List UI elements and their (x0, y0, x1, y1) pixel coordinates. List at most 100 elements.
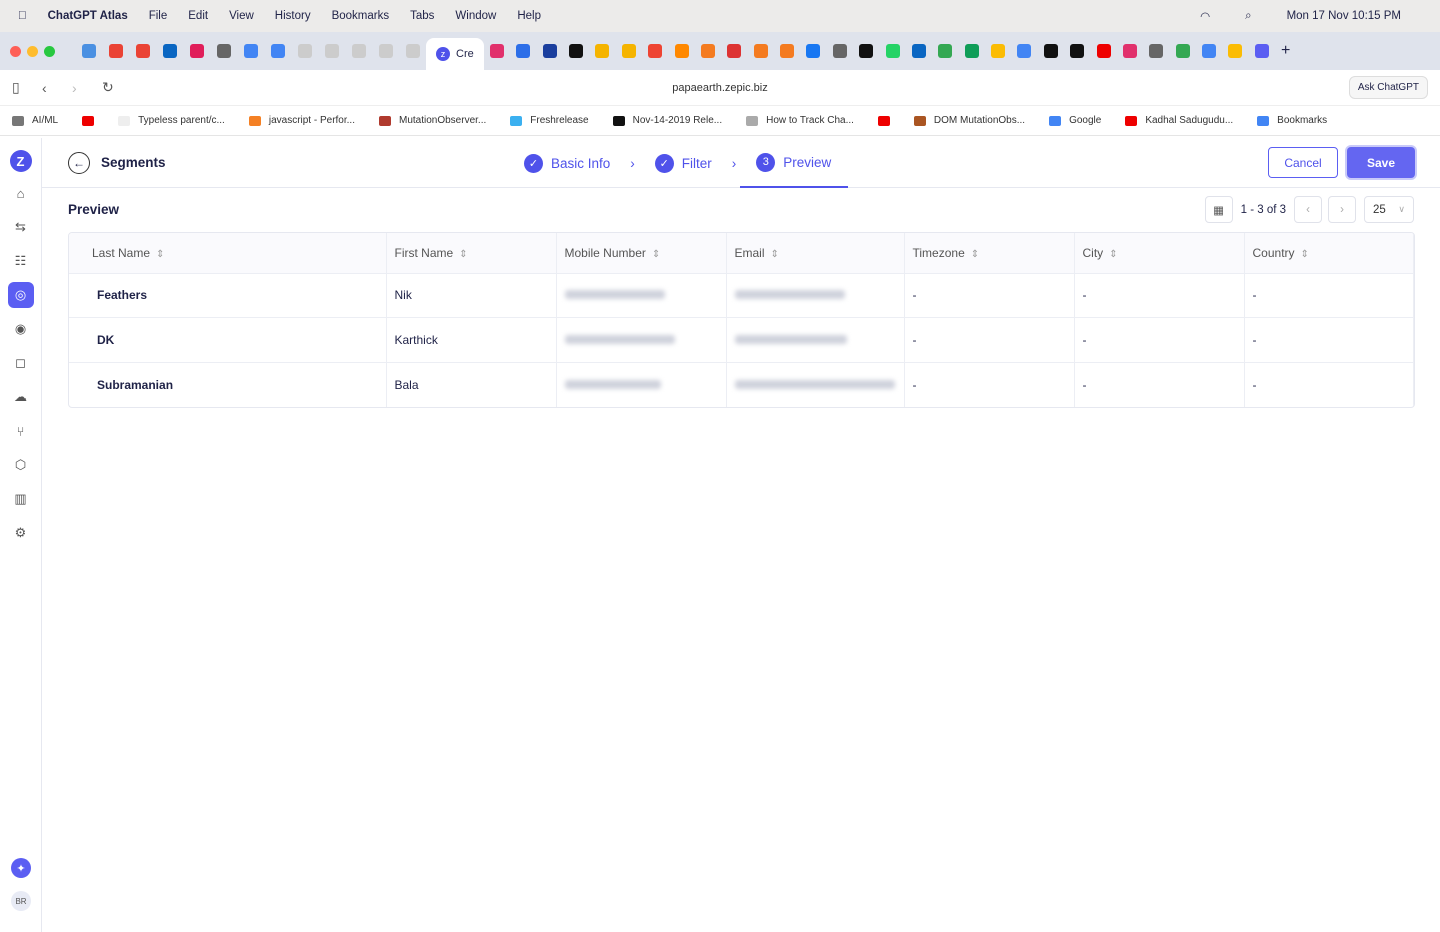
tab-favicon-icon[interactable] (700, 44, 715, 58)
column-header[interactable]: Last Name ⇕ (69, 233, 387, 273)
menu-window[interactable]: Window (455, 10, 496, 22)
tab-favicon-icon[interactable] (938, 44, 953, 58)
prev-page-button[interactable]: ‹ (1294, 196, 1322, 223)
tab-favicon-icon[interactable] (516, 44, 531, 58)
contacts-icon[interactable]: ☷ (8, 248, 34, 274)
bookmark-item[interactable]: How to Track Cha... (746, 115, 854, 126)
app-name[interactable]: ChatGPT Atlas (48, 10, 128, 22)
tab-favicon-icon[interactable] (489, 44, 504, 58)
tab-favicon-icon[interactable] (832, 44, 847, 58)
step-filter[interactable]: ✓ Filter (654, 138, 712, 188)
bookmark-item[interactable]: AI/ML (12, 115, 58, 126)
tab-favicon-icon[interactable] (753, 44, 768, 58)
tab-favicon-icon[interactable] (378, 44, 393, 58)
tab-favicon-icon[interactable] (964, 44, 979, 58)
tab-favicon-icon[interactable] (780, 44, 795, 58)
bookmark-item[interactable]: Google (1049, 115, 1101, 126)
zepic-logo[interactable]: Z (9, 150, 32, 172)
sort-icon[interactable]: ⇕ (156, 249, 164, 260)
table-row[interactable]: Subramanian Bala - - - (69, 361, 1414, 407)
tab-favicon-icon[interactable] (1017, 44, 1032, 58)
back-icon[interactable]: ‹ (42, 80, 72, 96)
sort-icon[interactable]: ⇕ (1301, 249, 1309, 260)
address-bar[interactable]: papaearth.zepic.biz (0, 82, 1440, 94)
tab-favicon-icon[interactable] (351, 44, 366, 58)
analytics-icon[interactable]: ▥ (8, 486, 34, 512)
tab-favicon-icon[interactable] (189, 44, 204, 58)
reload-icon[interactable]: ↻ (102, 79, 132, 96)
column-header[interactable]: Email ⇕ (726, 233, 905, 273)
menu-help[interactable]: Help (517, 10, 541, 22)
column-header[interactable]: Country ⇕ (1244, 233, 1414, 273)
broadcast-icon[interactable]: ◉ (8, 316, 34, 342)
sort-icon[interactable]: ⇕ (971, 249, 979, 260)
forward-icon[interactable]: › (72, 80, 102, 96)
minimize-window-button[interactable] (27, 45, 38, 57)
menu-bookmarks[interactable]: Bookmarks (332, 10, 390, 22)
segments-icon[interactable]: ◎ (7, 282, 34, 308)
bookmark-item[interactable]: Bookmarks (1257, 115, 1327, 126)
tab-favicon-icon[interactable] (108, 44, 123, 58)
sort-icon[interactable]: ⇕ (1109, 249, 1117, 260)
tab-favicon-icon[interactable] (1175, 44, 1190, 58)
home-icon[interactable]: ⌂ (8, 180, 34, 206)
table-row[interactable]: Feathers Nik - - - (69, 272, 1414, 318)
menu-view[interactable]: View (229, 10, 254, 22)
page-size-select[interactable]: 25 ∨ (1364, 196, 1414, 223)
maximize-window-button[interactable] (44, 45, 55, 57)
tab-favicon-icon[interactable] (1202, 44, 1217, 58)
tab-favicon-icon[interactable] (648, 44, 663, 58)
cancel-button[interactable]: Cancel (1268, 147, 1338, 178)
clock[interactable]: Mon 17 Nov 10:15 PM (1287, 10, 1401, 22)
tab-favicon-icon[interactable] (569, 44, 584, 58)
ai-sparkle-icon[interactable]: ✦ (11, 858, 31, 878)
step-basic-info[interactable]: ✓ Basic Info (524, 138, 610, 188)
settings-icon[interactable]: ⚙ (8, 520, 34, 546)
tab-favicon-icon[interactable] (270, 44, 285, 58)
tab-favicon-icon[interactable] (1228, 44, 1243, 58)
tab-favicon-icon[interactable] (542, 44, 557, 58)
tab-favicon-icon[interactable] (324, 44, 339, 58)
bookmark-item[interactable]: DOM MutationObs... (913, 115, 1025, 126)
tab-favicon-icon[interactable] (1070, 44, 1085, 58)
menu-file[interactable]: File (149, 10, 168, 22)
column-header[interactable]: Timezone ⇕ (904, 233, 1075, 273)
bookmark-item[interactable]: Kadhal Sadugudu... (1125, 115, 1233, 126)
sort-icon[interactable]: ⇕ (771, 249, 779, 260)
menu-edit[interactable]: Edit (188, 10, 208, 22)
wifi-icon[interactable]: ◠ (1200, 9, 1210, 23)
tab-favicon-icon[interactable] (297, 44, 312, 58)
columns-icon[interactable]: ▦ (1204, 196, 1233, 223)
bookmark-item[interactable] (82, 115, 95, 126)
bookmark-item[interactable] (877, 115, 890, 126)
tab-favicon-icon[interactable] (243, 44, 258, 58)
search-icon[interactable]: ⌕ (1245, 10, 1251, 23)
tab-favicon-icon[interactable] (1043, 44, 1058, 58)
apple-icon[interactable]:  (18, 10, 27, 22)
avatar[interactable]: BR (11, 891, 31, 911)
tab-favicon-icon[interactable] (162, 44, 177, 58)
tab-favicon-icon[interactable] (674, 44, 689, 58)
tab-favicon-icon[interactable] (859, 44, 874, 58)
tab-favicon-icon[interactable] (885, 44, 900, 58)
tab-favicon-icon[interactable] (1149, 44, 1164, 58)
active-tab[interactable]: z Cre (426, 38, 484, 70)
bookmark-item[interactable]: Freshrelease (510, 115, 589, 126)
bookmark-item[interactable]: Typeless parent/c... (118, 115, 225, 126)
back-arrow-icon[interactable]: ← (68, 151, 90, 174)
column-header[interactable]: Mobile Number ⇕ (556, 233, 727, 273)
tab-favicon-icon[interactable] (216, 44, 231, 58)
save-button[interactable]: Save (1347, 147, 1415, 178)
tab-favicon-icon[interactable] (911, 44, 926, 58)
next-page-button[interactable]: › (1328, 196, 1356, 223)
menu-tabs[interactable]: Tabs (410, 10, 434, 22)
sort-icon[interactable]: ⇕ (459, 249, 467, 260)
tab-favicon-icon[interactable] (135, 44, 150, 58)
exchange-icon[interactable]: ⇆ (8, 214, 34, 240)
tab-favicon-icon[interactable] (1122, 44, 1137, 58)
workflow-icon[interactable]: ⑂ (8, 418, 34, 444)
new-tab-icon[interactable]: + (1281, 42, 1290, 60)
bookmark-item[interactable]: MutationObserver... (378, 115, 486, 126)
tab-favicon-icon[interactable] (1096, 44, 1111, 58)
bookmark-item[interactable]: Nov-14-2019 Rele... (612, 115, 722, 126)
